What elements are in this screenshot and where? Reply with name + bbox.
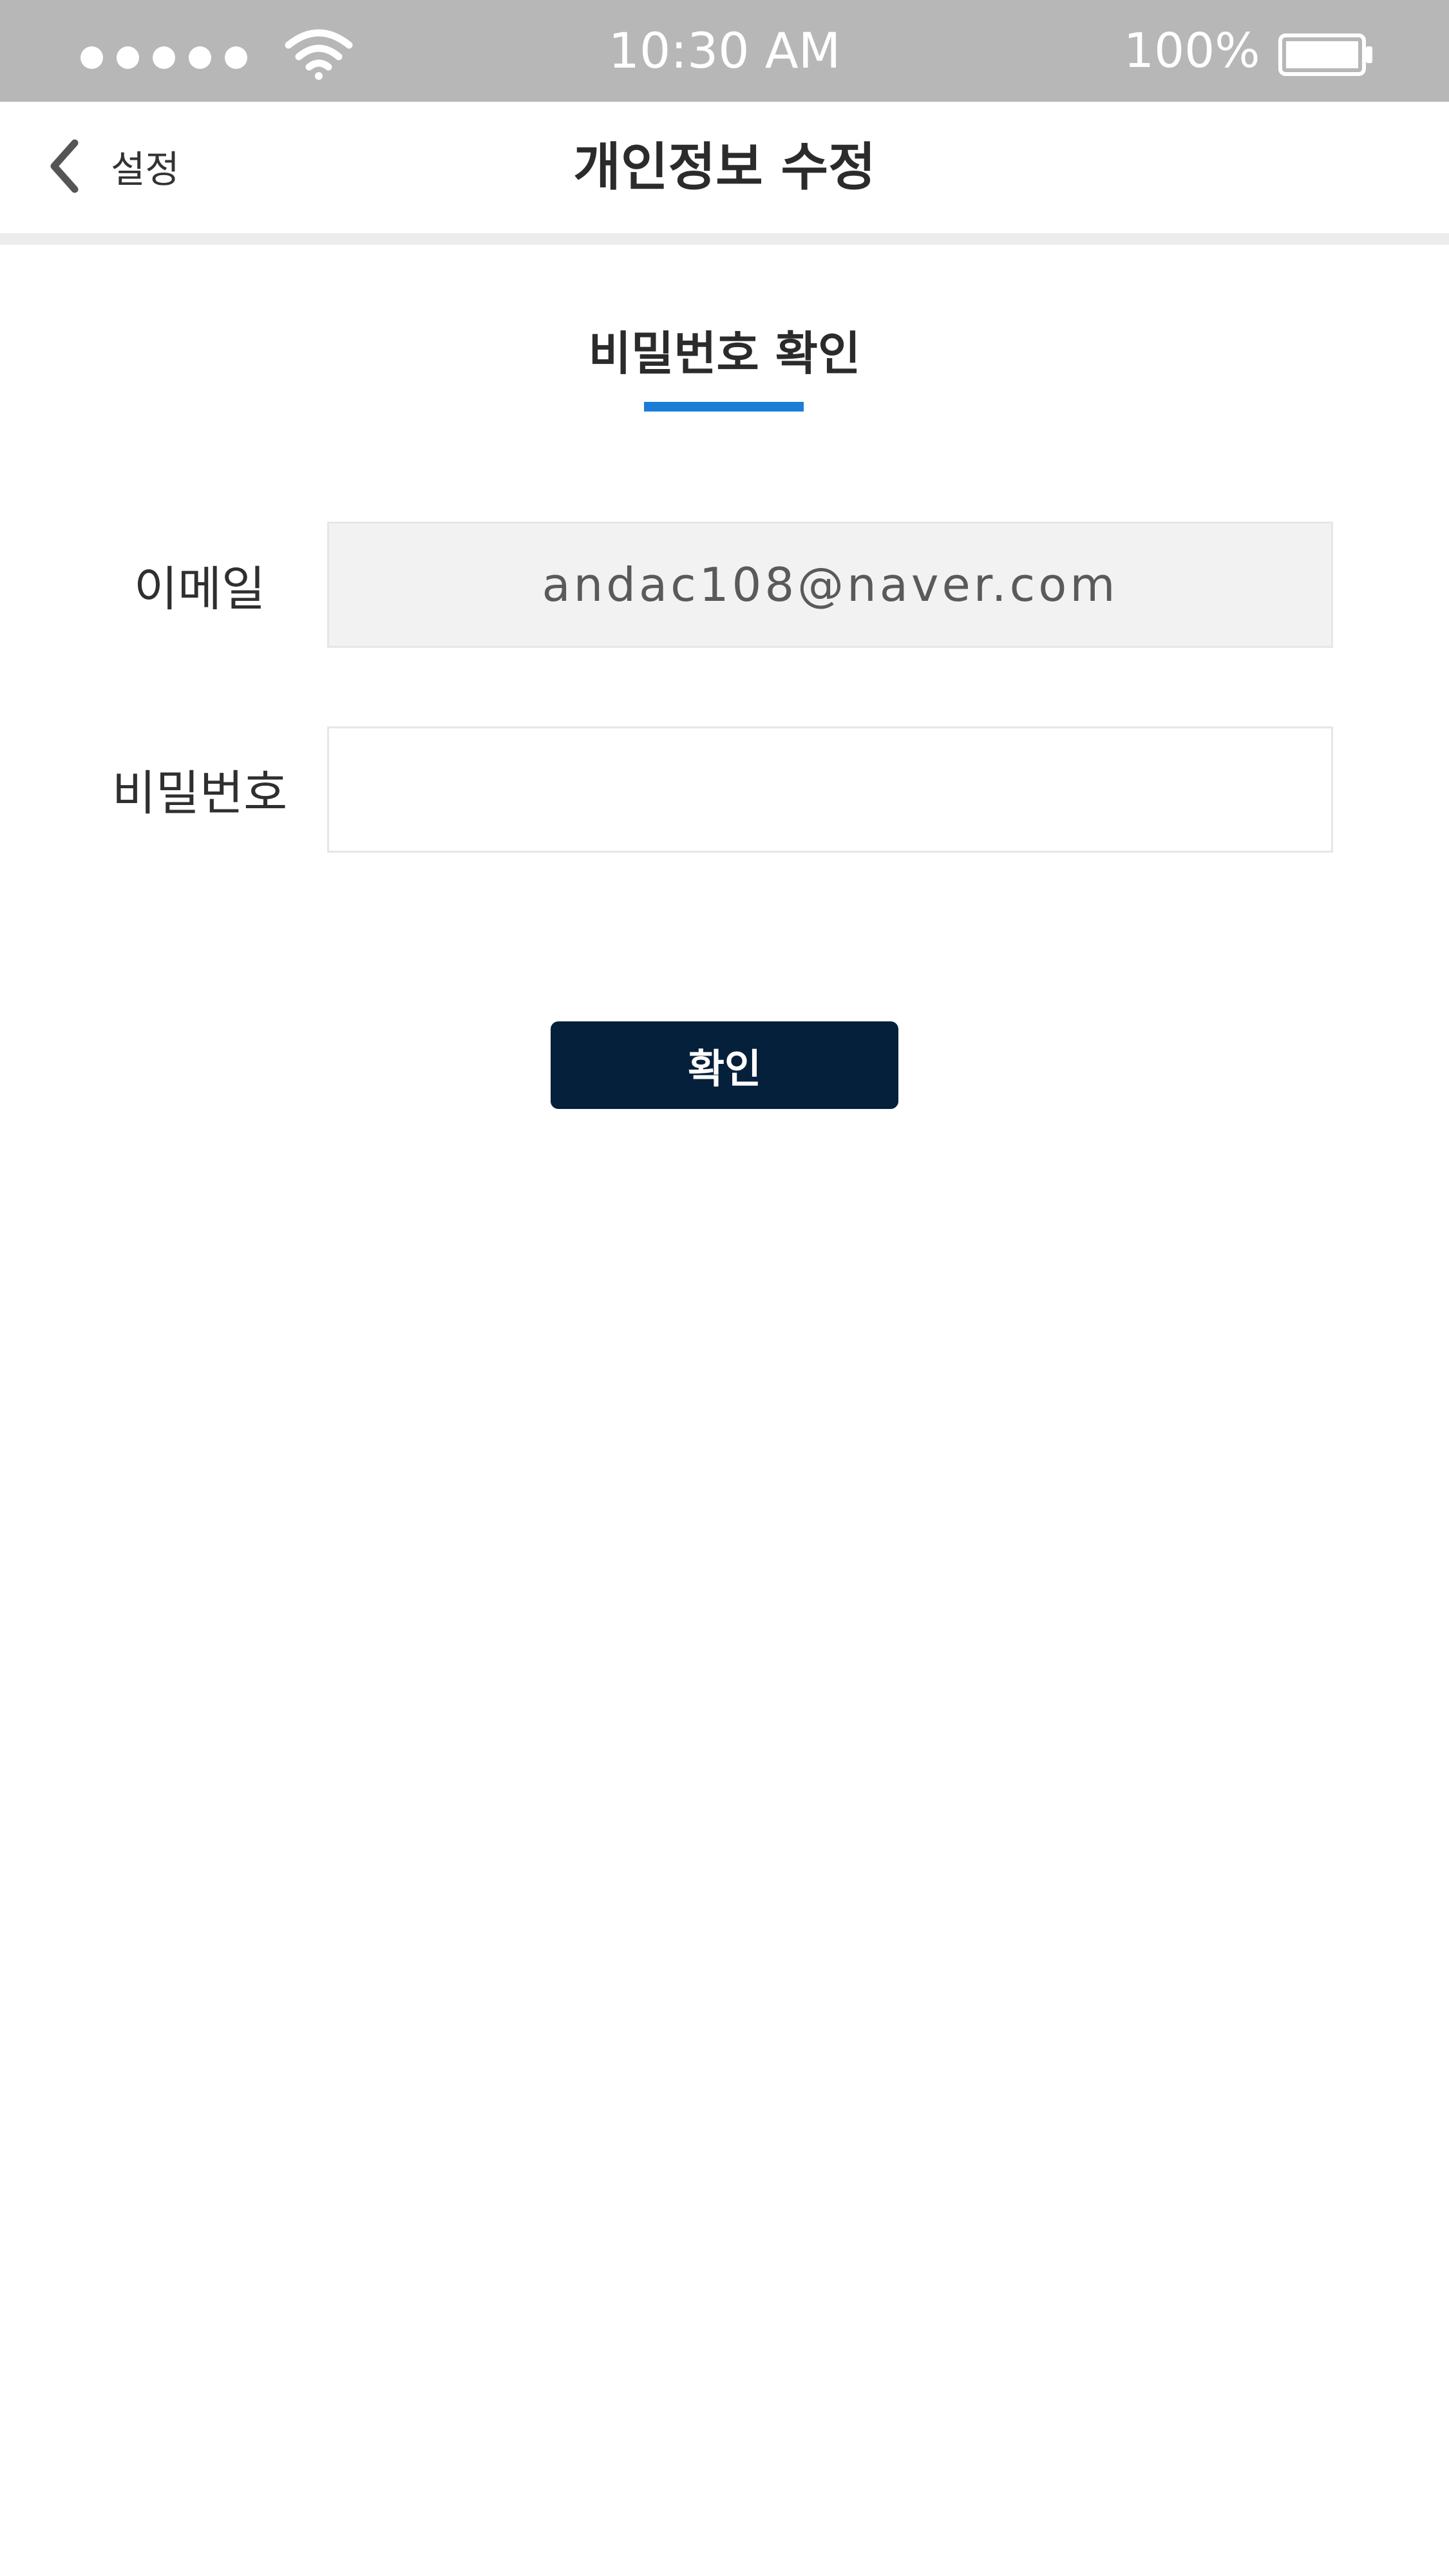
password-label: 비밀번호 (111, 766, 288, 821)
page-title: 개인정보 수정 (573, 137, 876, 197)
nav-divider (0, 233, 1449, 245)
confirm-button[interactable]: 확인 (551, 1021, 898, 1109)
email-field: andac108@naver.com (327, 522, 1333, 648)
email-label: 이메일 (133, 562, 266, 617)
password-field[interactable] (327, 726, 1333, 853)
screen: 10:30 AM 100% 설정 개인정보 수정 비밀번호 확인 이메일 and… (0, 0, 1449, 2576)
section-underline (644, 402, 804, 412)
status-bar: 10:30 AM 100% (0, 0, 1449, 102)
section-title: 비밀번호 확인 (588, 327, 861, 381)
battery-percent: 100% (1124, 23, 1260, 79)
nav-bar: 설정 개인정보 수정 (0, 102, 1449, 233)
battery-icon (1278, 33, 1372, 76)
